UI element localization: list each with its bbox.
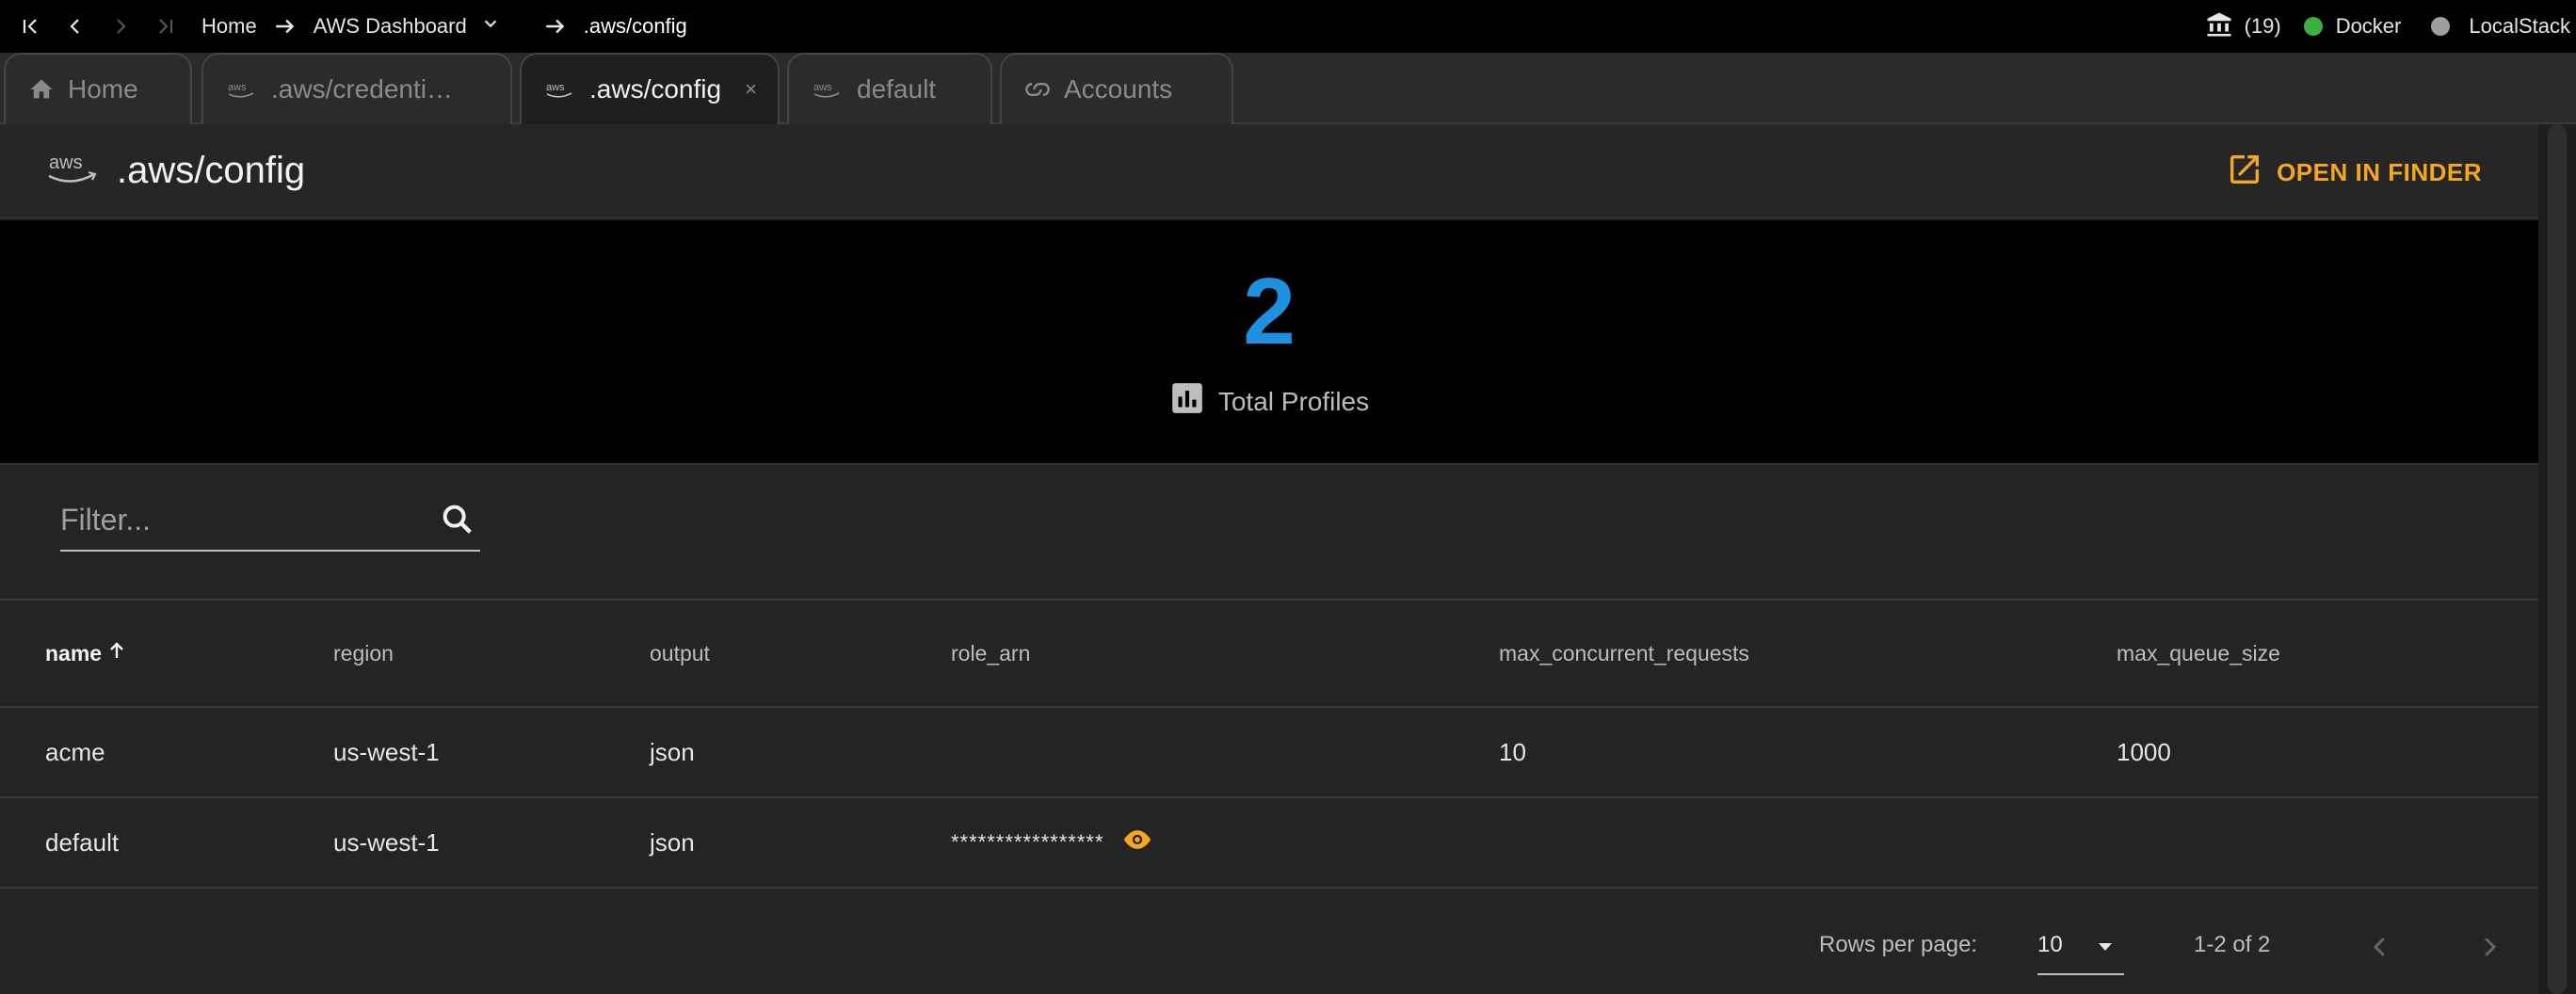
- aws-logo-text: aws: [49, 152, 83, 173]
- cell-region: us-west-1: [333, 827, 440, 857]
- bar-chart-icon: [1169, 380, 1205, 423]
- tab-home-label: Home: [68, 74, 138, 104]
- status-area: (19) Docker LocalStack: [2205, 0, 2576, 53]
- arrow-right-icon: [257, 0, 314, 53]
- vertical-scrollbar[interactable]: [2538, 124, 2576, 994]
- cell-output: json: [650, 827, 695, 857]
- cell-max-concurrent-requests: 10: [1499, 737, 1526, 766]
- tab-aws-credentials-label: .aws/credenti…: [271, 74, 453, 104]
- tab-home[interactable]: Home: [4, 53, 192, 124]
- total-profiles-label: Total Profiles: [1217, 386, 1370, 416]
- cell-region: us-west-1: [333, 737, 440, 766]
- docker-status-dot: [2303, 17, 2323, 36]
- localstack-status-label[interactable]: LocalStack: [2469, 14, 2570, 39]
- arrow-right-icon: [527, 0, 584, 53]
- breadcrumb-current: .aws/config: [583, 14, 687, 38]
- filter-input[interactable]: [60, 502, 418, 537]
- open-in-finder-label: OPEN IN FINDER: [2277, 158, 2482, 186]
- first-page-icon[interactable]: [8, 0, 53, 53]
- tab-aws-config[interactable]: aws .aws/config ×: [520, 53, 780, 124]
- filter-field[interactable]: [60, 489, 480, 552]
- localstack-status-dot: [2431, 17, 2451, 36]
- tab-default-label: default: [857, 74, 937, 104]
- tab-default[interactable]: aws default: [787, 53, 992, 124]
- aws-logo-icon: aws: [45, 150, 100, 192]
- cell-output: json: [650, 737, 695, 766]
- arrow-up-icon[interactable]: [105, 639, 128, 667]
- svg-text:aws: aws: [228, 82, 247, 93]
- page-range: 1-2 of 2: [2194, 932, 2271, 957]
- aws-icon: aws: [226, 78, 258, 101]
- tab-bar: Home aws .aws/credenti… aws .aws/config …: [0, 53, 2576, 124]
- cell-max-queue-size: 1000: [2117, 737, 2171, 766]
- bank-icon[interactable]: [2205, 10, 2233, 43]
- cell-name: acme: [45, 737, 105, 766]
- bank-count: (19): [2244, 14, 2281, 38]
- rows-per-page-select[interactable]: 10: [2037, 917, 2124, 975]
- link-icon: [1024, 76, 1051, 103]
- total-profiles-value: 2: [1243, 259, 1296, 364]
- aws-icon: aws: [812, 78, 844, 101]
- caret-down-icon[interactable]: [2094, 936, 2117, 963]
- eye-icon[interactable]: [1121, 824, 1153, 862]
- close-icon[interactable]: ×: [745, 77, 757, 102]
- table-row[interactable]: default us-west-1 json *****************: [0, 798, 2538, 889]
- forward-icon[interactable]: [98, 0, 143, 53]
- stats-panel: 2 Total Profiles: [0, 220, 2538, 465]
- tab-aws-config-label: .aws/config: [589, 74, 722, 104]
- column-header-output[interactable]: output: [650, 601, 710, 706]
- home-icon: [28, 76, 55, 103]
- last-page-icon[interactable]: [143, 0, 188, 53]
- search-icon[interactable]: [439, 501, 476, 543]
- page-header: aws .aws/config OPEN IN FINDER: [0, 124, 2538, 218]
- tab-accounts[interactable]: Accounts: [1000, 53, 1233, 124]
- masked-role-arn: *****************: [951, 830, 1104, 854]
- scrollbar-thumb[interactable]: [2548, 124, 2567, 994]
- cell-name: default: [45, 827, 120, 857]
- column-header-region[interactable]: region: [333, 601, 394, 706]
- tab-accounts-label: Accounts: [1064, 74, 1173, 104]
- svg-text:aws: aws: [813, 82, 832, 93]
- previous-page-icon[interactable]: [2358, 924, 2403, 970]
- cell-role-arn: *****************: [951, 798, 1153, 887]
- breadcrumb-home[interactable]: Home: [201, 14, 257, 39]
- rows-per-page-label: Rows per page:: [1819, 932, 1978, 957]
- table-header-row: name region output role_arn max_concurre…: [0, 601, 2538, 708]
- next-page-icon[interactable]: [2467, 924, 2512, 970]
- column-header-role-arn[interactable]: role_arn: [951, 601, 1030, 706]
- open-external-icon: [2226, 151, 2263, 195]
- back-icon[interactable]: [53, 0, 98, 53]
- total-profiles-label-row: Total Profiles: [0, 380, 2538, 423]
- rows-per-page-value: 10: [2037, 932, 2063, 957]
- column-header-name-label: name: [45, 640, 103, 665]
- chevron-down-icon[interactable]: [480, 13, 501, 40]
- aws-icon: aws: [544, 78, 576, 101]
- top-navigation-bar: Home AWS Dashboard .aws/config (19) Dock…: [0, 0, 2576, 53]
- breadcrumb-aws-dashboard-label: AWS Dashboard: [313, 14, 467, 38]
- pagination: Rows per page: 10 1-2 of 2: [0, 904, 2538, 988]
- svg-text:aws: aws: [546, 82, 565, 93]
- table-row[interactable]: acme us-west-1 json 10 1000: [0, 708, 2538, 798]
- column-header-max-queue-size[interactable]: max_queue_size: [2117, 601, 2280, 706]
- column-header-max-concurrent-requests[interactable]: max_concurrent_requests: [1499, 601, 1749, 706]
- profiles-table: name region output role_arn max_concurre…: [0, 599, 2538, 890]
- breadcrumb-aws-dashboard[interactable]: AWS Dashboard: [314, 13, 501, 40]
- page-title: .aws/config: [117, 149, 306, 191]
- docker-status-label[interactable]: Docker: [2336, 14, 2402, 39]
- tab-aws-credentials[interactable]: aws .aws/credenti…: [201, 53, 512, 124]
- open-in-finder-button[interactable]: OPEN IN FINDER: [2226, 151, 2482, 195]
- column-header-name[interactable]: name: [45, 601, 128, 706]
